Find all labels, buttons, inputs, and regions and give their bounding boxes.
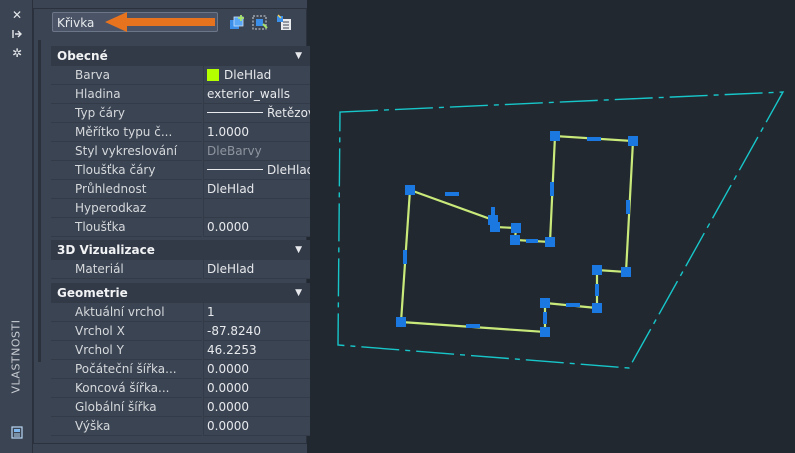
section-header-general[interactable]: Obecné ▼ — [51, 46, 310, 66]
property-label: Vrchol Y — [51, 341, 202, 360]
property-row-lineweight[interactable]: Tloušťka čáry DleHlad — [51, 161, 310, 180]
property-label: Tloušťka — [51, 218, 202, 237]
property-value[interactable]: DleHlad — [203, 260, 310, 279]
property-label: Hyperodkaz — [51, 199, 202, 218]
quick-select-icon[interactable] — [251, 14, 269, 32]
property-value[interactable]: 1 — [203, 303, 310, 322]
property-value[interactable]: 0.0000 — [203, 398, 310, 417]
property-row-thickness[interactable]: Tloušťka 0.0000 — [51, 218, 310, 237]
property-row-layer[interactable]: Hladina exterior_walls — [51, 85, 310, 104]
property-row-linetype[interactable]: Typ čáry Řetězová — [51, 104, 310, 123]
property-label: Barva — [51, 66, 202, 85]
property-label: Globální šířka — [51, 398, 202, 417]
property-row-elevation[interactable]: Výška 0.0000 — [51, 417, 310, 436]
property-label: Vrchol X — [51, 322, 202, 341]
color-swatch — [207, 69, 219, 81]
property-row-plot-style[interactable]: Styl vykreslování DleBarvy — [51, 142, 310, 161]
chevron-down-icon: ▼ — [206, 18, 213, 28]
chevron-down-icon: ▼ — [295, 245, 302, 255]
settings-icon[interactable]: ✲ — [10, 46, 24, 60]
property-value-text: DleHlad — [267, 163, 310, 177]
section-title: 3D Vizualizace — [57, 243, 155, 257]
property-label: Typ čáry — [51, 104, 202, 123]
property-value[interactable]: 0.0000 — [203, 379, 310, 398]
property-label: Měřítko typu č... — [51, 123, 202, 142]
vertex-grips[interactable] — [396, 131, 638, 337]
property-label: Tloušťka čáry — [51, 161, 202, 180]
chevron-down-icon: ▼ — [295, 51, 302, 61]
drawing-canvas[interactable] — [307, 0, 795, 453]
property-value[interactable]: DleHlad — [203, 66, 310, 85]
toggle-pickadd-icon[interactable] — [275, 14, 293, 32]
palette-title-strip: ✕ ✲ VLASTNOSTI — [0, 0, 33, 453]
property-row-vertex-x[interactable]: Vrchol X -87.8240 — [51, 322, 310, 341]
section-header-geometry[interactable]: Geometrie ▼ — [51, 283, 310, 303]
property-row-material[interactable]: Materiál DleHlad — [51, 260, 310, 279]
palette-vertical-title: VLASTNOSTI — [9, 319, 23, 394]
section-title: Obecné — [57, 49, 108, 63]
palette-scrollbar[interactable] — [38, 40, 41, 362]
property-row-linetype-scale[interactable]: Měřítko typu č... 1.0000 — [51, 123, 310, 142]
chevron-down-icon: ▼ — [295, 288, 302, 298]
property-value[interactable]: Řetězová — [203, 104, 310, 123]
property-value[interactable]: 1.0000 — [203, 123, 310, 142]
property-value: DleBarvy — [203, 142, 310, 161]
property-value[interactable]: 0.0000 — [203, 218, 310, 237]
property-value[interactable]: DleHlad — [203, 161, 310, 180]
property-label: Styl vykreslování — [51, 142, 202, 161]
pin-icon[interactable] — [10, 28, 24, 42]
property-label: Koncová šířka... — [51, 379, 202, 398]
property-row-vertex-y[interactable]: Vrchol Y 46.2253 — [51, 341, 310, 360]
property-row-end-width[interactable]: Koncová šířka... 0.0000 — [51, 379, 310, 398]
property-value[interactable] — [203, 199, 310, 218]
property-label: Materiál — [51, 260, 202, 279]
property-row-start-width[interactable]: Počáteční šířka... 0.0000 — [51, 360, 310, 379]
property-row-hyperlink[interactable]: Hyperodkaz — [51, 199, 310, 218]
lineweight-sample — [207, 169, 263, 170]
property-row-current-vertex[interactable]: Aktuální vrchol 1 — [51, 303, 310, 322]
property-value[interactable]: 46.2253 — [203, 341, 310, 360]
property-label: Výška — [51, 417, 202, 436]
property-value[interactable]: -87.8240 — [203, 322, 310, 341]
property-value[interactable]: DleHlad — [203, 180, 310, 199]
object-type-select[interactable]: Křivka ▼ — [52, 12, 218, 32]
property-value[interactable]: 0.0000 — [203, 360, 310, 379]
section-header-3d-visualization[interactable]: 3D Vizualizace ▼ — [51, 240, 310, 260]
property-value[interactable]: 0.0000 — [203, 417, 310, 436]
property-row-color[interactable]: Barva DleHlad — [51, 66, 310, 85]
property-value-text: DleHlad — [224, 68, 272, 82]
property-label: Průhlednost — [51, 180, 202, 199]
property-label: Počáteční šířka... — [51, 360, 202, 379]
property-label: Hladina — [51, 85, 202, 104]
properties-icon[interactable] — [10, 426, 24, 440]
property-row-transparency[interactable]: Průhlednost DleHlad — [51, 180, 310, 199]
linetype-sample — [207, 112, 263, 113]
section-title: Geometrie — [57, 286, 128, 300]
property-value[interactable]: exterior_walls — [203, 85, 310, 104]
property-label: Aktuální vrchol — [51, 303, 202, 322]
add-to-selection-icon[interactable] — [228, 14, 246, 32]
close-icon[interactable]: ✕ — [10, 8, 24, 22]
property-value-text: Řetězová — [267, 106, 310, 120]
object-type-value: Křivka — [57, 16, 95, 30]
properties-palette: Křivka ▼ Obecné ▼ Barva DleHlad Hladina … — [33, 0, 310, 453]
selected-polyline[interactable] — [399, 134, 635, 334]
property-row-global-width[interactable]: Globální šířka 0.0000 — [51, 398, 310, 417]
